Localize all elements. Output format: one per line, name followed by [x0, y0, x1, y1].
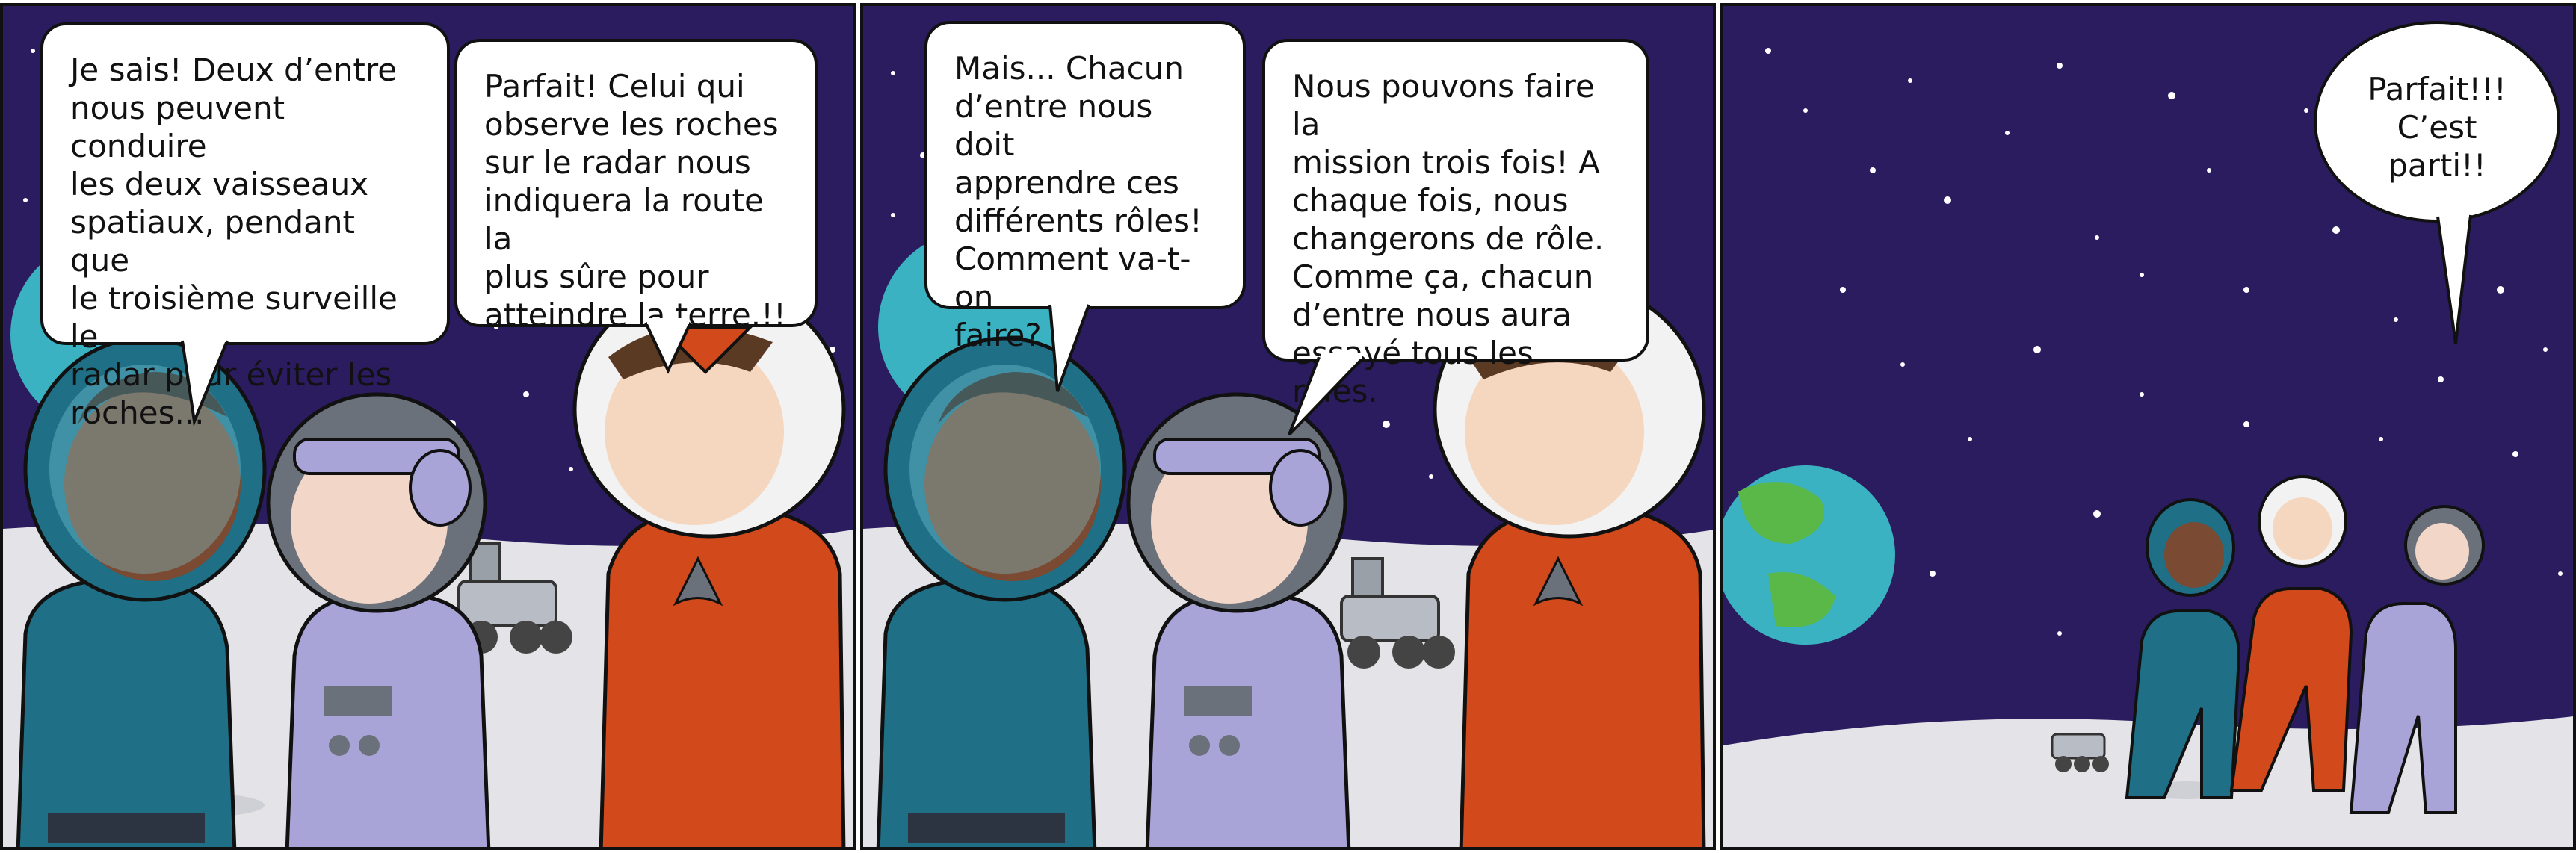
speech-bubble: Je sais! Deux d’entre nous peuvent condu… — [40, 22, 450, 431]
speech-bubble-tail — [2436, 209, 2472, 344]
panel-1: Je sais! Deux d’entre nous peuvent condu… — [0, 3, 856, 850]
speech-bubble-text: Je sais! Deux d’entre nous peuvent condu… — [70, 52, 398, 431]
moon-rover — [2051, 733, 2109, 772]
panel-2: Mais... Chacun d’entre nous doit apprend… — [860, 3, 1716, 850]
speech-bubble-tail — [1048, 300, 1090, 392]
speech-bubble: Nous pouvons faire la mission trois fois… — [1262, 39, 1649, 409]
speech-bubble: Parfait! Celui qui observe les roches su… — [454, 39, 818, 333]
speech-bubble-text: Parfait! Celui qui observe les roches su… — [484, 68, 786, 333]
speech-bubble: Parfait!!! C’est parti!! — [2314, 21, 2560, 223]
speech-bubble-tail — [644, 318, 692, 374]
speech-bubble-tail — [181, 336, 229, 427]
panel-3: Parfait!!! C’est parti!! — [1720, 3, 2576, 850]
speech-bubble-tail — [1288, 353, 1365, 436]
orange-astronaut — [572, 280, 846, 847]
comic-strip: Je sais! Deux d’entre nous peuvent condu… — [0, 0, 2576, 853]
speech-bubble: Mais... Chacun d’entre nous doit apprend… — [924, 21, 1246, 353]
speech-bubble-text: Parfait!!! C’est parti!! — [2367, 71, 2506, 184]
earth-planet — [1723, 465, 1895, 645]
